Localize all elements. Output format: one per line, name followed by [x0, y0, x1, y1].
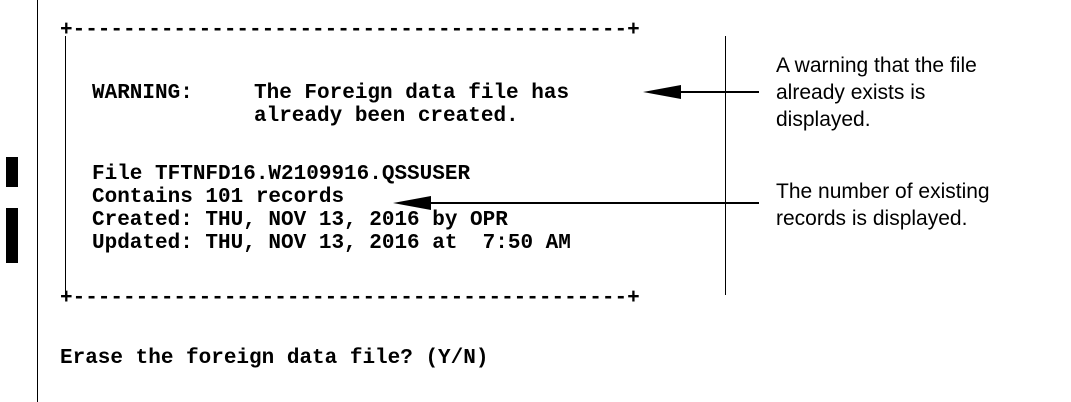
warning-message-line-2: already been created. [254, 105, 519, 128]
change-bar [6, 157, 18, 187]
annotation-line: The number of existing [776, 180, 990, 203]
warning-annotation: A warning that the file already exists i… [776, 52, 977, 133]
frame-left-rule [37, 0, 38, 402]
record-count-line: Contains 101 records [92, 186, 345, 209]
records-annotation: The number of existing records is displa… [776, 178, 990, 232]
records-arrow-head [393, 196, 431, 210]
box-right-border [725, 36, 726, 295]
change-bar [6, 208, 18, 263]
updated-line: Updated: THU, NOV 13, 2016 at 7:50 AM [92, 232, 571, 255]
warning-label: WARNING: [92, 82, 193, 105]
annotation-line: displayed. [776, 108, 871, 131]
created-line: Created: THU, NOV 13, 2016 by OPR [92, 209, 508, 232]
annotation-line: A warning that the file [776, 54, 977, 77]
box-bottom-border: +---------------------------------------… [60, 287, 640, 310]
warning-message-line-1: The Foreign data file has [254, 82, 570, 105]
annotation-line: already exists is [776, 81, 926, 104]
annotation-line: records is displayed. [776, 207, 968, 230]
file-name-line: File TFTNFD16.W2109916.QSSUSER [92, 163, 471, 186]
box-left-border [65, 36, 66, 295]
box-top-border: +---------------------------------------… [60, 19, 640, 42]
erase-confirmation-prompt: Erase the foreign data file? (Y/N) [60, 347, 489, 370]
warning-arrow-head [643, 85, 681, 99]
warning-arrow-line [680, 91, 759, 93]
records-arrow-line [430, 202, 759, 204]
